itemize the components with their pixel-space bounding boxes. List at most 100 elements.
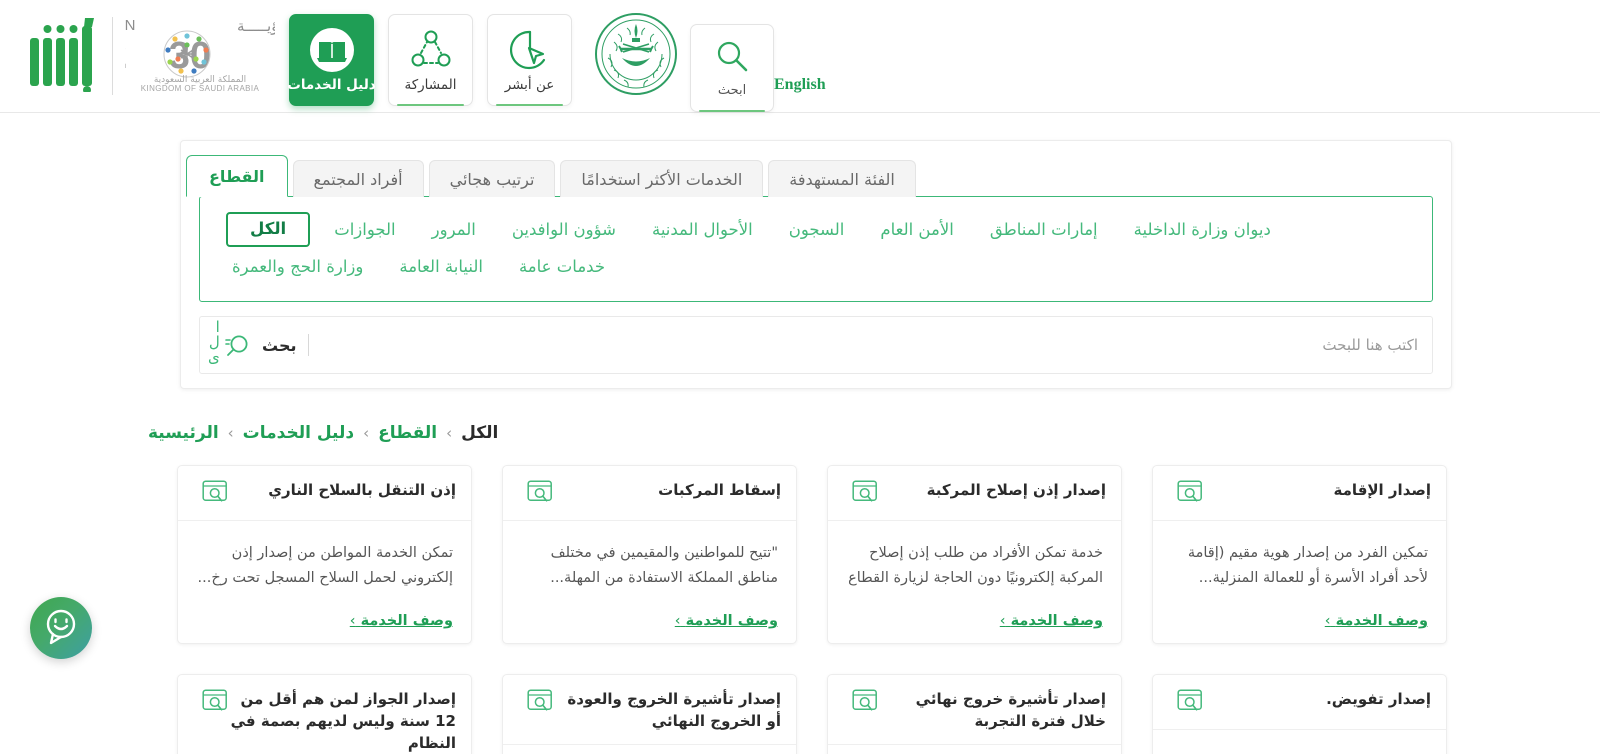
service-card-title: إذن التنقل بالسلاح الناري bbox=[268, 481, 456, 499]
filter-tabs: القطاع أفراد المجتمع ترتيب هجائي الخدمات… bbox=[181, 141, 1451, 197]
share-network-icon bbox=[410, 27, 452, 73]
chip-passports[interactable]: الجوازات bbox=[316, 214, 413, 245]
vision-logo-en: VISION bbox=[125, 17, 137, 34]
service-card-link[interactable]: وصف الخدمة › bbox=[196, 613, 453, 629]
absher-logo[interactable] bbox=[28, 16, 100, 96]
service-window-search-icon bbox=[202, 689, 228, 717]
tab-target-category[interactable]: الفئة المستهدفة bbox=[768, 160, 916, 197]
search-icon bbox=[224, 333, 250, 357]
chip-traffic[interactable]: المرور bbox=[414, 214, 494, 245]
service-card[interactable]: إصدار تأشيرة خروج نهائي خلال فترة التجرب… bbox=[827, 674, 1122, 754]
service-card-body bbox=[503, 745, 796, 754]
chip-hajj-umrah-ministry[interactable]: وزارة الحج والعمرة bbox=[214, 251, 381, 282]
vision-logo-ar: رؤيـــــة bbox=[237, 17, 275, 35]
services-search-bar[interactable]: بحث ا ل ى bbox=[199, 316, 1433, 374]
service-card-header: إصدار تأشيرة خروج نهائي خلال فترة التجرب… bbox=[828, 675, 1121, 745]
breadcrumb-item-services-guide[interactable]: دليل الخدمات bbox=[243, 423, 354, 443]
service-card-title: إصدار إذن إصلاح المركبة bbox=[926, 481, 1106, 499]
vision-2030-logo[interactable]: رؤيـــــة VISION 2 30 bbox=[77, 14, 286, 98]
service-card-link-label: وصف الخدمة bbox=[1335, 613, 1428, 629]
service-card-link[interactable]: وصف الخدمة › bbox=[1171, 613, 1428, 629]
service-card-description: تمكين الفرد من إصدار هوية مقيم (إقامة لأ… bbox=[1187, 545, 1428, 586]
service-card[interactable]: إصدار الإقامة تمكين الفرد من إصدار هوية … bbox=[1152, 465, 1447, 644]
header-left-group: ابحث English bbox=[586, 0, 848, 112]
service-card-header: إصدار تأشيرة الخروج والعودة أو الخروج ال… bbox=[503, 675, 796, 745]
tab-alphabetical[interactable]: ترتيب هجائي bbox=[428, 160, 556, 197]
chip-all[interactable]: الكل bbox=[226, 212, 311, 247]
breadcrumb-item-sector[interactable]: القطاع bbox=[378, 423, 437, 443]
services-filter-panel: القطاع أفراد المجتمع ترتيب هجائي الخدمات… bbox=[180, 140, 1452, 389]
nav-tile-about-absher[interactable]: عن أبشر bbox=[487, 13, 572, 106]
chat-assistant-button[interactable] bbox=[30, 597, 92, 659]
chip-moi-diwan[interactable]: ديوان وزارة الداخلية bbox=[1116, 214, 1289, 245]
search-input[interactable] bbox=[309, 336, 1418, 354]
service-card-link-label: وصف الخدمة bbox=[360, 613, 453, 629]
header-search-button[interactable]: ابحث bbox=[690, 24, 774, 112]
chip-general-services[interactable]: خدمات عامة bbox=[501, 251, 623, 282]
service-card-title: إصدار الجواز لمن هم أقل من 12 سنة وليس ل… bbox=[230, 690, 456, 752]
tab-community-members[interactable]: أفراد المجتمع bbox=[292, 160, 424, 197]
logo-divider bbox=[112, 17, 113, 95]
stacked-suggestion-letters: ا ل ى bbox=[208, 320, 220, 365]
header-nav-tiles: دليل الخدمات المشاركة عن أبشر bbox=[275, 7, 572, 106]
chip-civil-affairs[interactable]: الأحوال المدنية bbox=[634, 214, 771, 245]
service-card[interactable]: إصدار الجواز لمن هم أقل من 12 سنة وليس ل… bbox=[177, 674, 472, 754]
service-card-link[interactable]: وصف الخدمة › bbox=[521, 613, 778, 629]
header-logos: رؤيـــــة VISION 2 30 bbox=[0, 0, 286, 112]
service-card-title: إصدار تأشيرة خروج نهائي خلال فترة التجرب… bbox=[915, 690, 1106, 730]
service-card[interactable]: إسقاط المركبات "تتيح للمواطنين والمقيمين… bbox=[502, 465, 797, 644]
book-guide-icon bbox=[309, 27, 355, 73]
service-card[interactable]: إصدار تأشيرة الخروج والعودة أو الخروج ال… bbox=[502, 674, 797, 754]
chip-public-security[interactable]: الأمن العام bbox=[862, 214, 971, 245]
service-window-search-icon bbox=[852, 689, 878, 717]
chat-assistant-icon bbox=[40, 605, 82, 651]
sector-filter-box: الكل الجوازات المرور شؤون الوافدين الأحو… bbox=[199, 196, 1433, 302]
nav-tile-label: عن أبشر bbox=[504, 76, 555, 93]
chip-expat-affairs[interactable]: شؤون الوافدين bbox=[494, 214, 634, 245]
service-card-link[interactable]: وصف الخدمة › bbox=[846, 613, 1103, 629]
chip-prisons[interactable]: السجون bbox=[771, 214, 863, 245]
saudi-emblem-icon bbox=[594, 12, 678, 100]
service-card-body bbox=[828, 745, 1121, 754]
breadcrumb-item-home[interactable]: الرئيسية bbox=[148, 423, 219, 443]
chip-regional-emirates[interactable]: إمارات المناطق bbox=[972, 214, 1116, 245]
service-card-body: "تتيح للمواطنين والمقيمين في مختلف مناطق… bbox=[503, 521, 796, 643]
breadcrumb-item-all: الكل bbox=[461, 423, 499, 443]
service-card[interactable]: إذن التنقل بالسلاح الناري تمكن الخدمة ال… bbox=[177, 465, 472, 644]
service-window-search-icon bbox=[852, 480, 878, 508]
tab-label: أفراد المجتمع bbox=[313, 170, 403, 189]
breadcrumb-separator: › bbox=[227, 424, 234, 442]
service-card-header: إصدار تفويض. bbox=[1153, 675, 1446, 730]
service-card-header: إصدار إذن إصلاح المركبة bbox=[828, 466, 1121, 521]
service-card[interactable]: إصدار إذن إصلاح المركبة خدمة تمكن الأفرا… bbox=[827, 465, 1122, 644]
breadcrumb-separator: › bbox=[446, 424, 453, 442]
service-card-description: تمكن الخدمة المواطن من إصدار إذن إلكترون… bbox=[197, 545, 453, 586]
service-card-header: إصدار الجواز لمن هم أقل من 12 سنة وليس ل… bbox=[178, 675, 471, 754]
vision-kingdom-en: KINGDOM OF SAUDI ARABIA bbox=[141, 84, 260, 93]
chevron-left-icon: › bbox=[999, 613, 1006, 629]
tab-sector[interactable]: القطاع bbox=[186, 155, 288, 197]
stacked-letter: ى bbox=[208, 348, 220, 366]
service-card-title: إصدار الإقامة bbox=[1333, 481, 1431, 499]
chevron-left-icon: › bbox=[674, 613, 681, 629]
service-window-search-icon bbox=[1177, 480, 1203, 508]
service-card[interactable]: إصدار تفويض. bbox=[1152, 674, 1447, 754]
service-cards-grid: إذن التنقل بالسلاح الناري تمكن الخدمة ال… bbox=[177, 465, 1452, 754]
tab-label: ترتيب هجائي bbox=[449, 170, 535, 189]
sector-chip-list: الكل الجوازات المرور شؤون الوافدين الأحو… bbox=[214, 211, 1418, 285]
service-card-title: إسقاط المركبات bbox=[658, 481, 781, 499]
chevron-left-icon: › bbox=[1324, 613, 1331, 629]
language-switch-english[interactable]: English bbox=[774, 76, 826, 94]
service-card-link-label: وصف الخدمة bbox=[685, 613, 778, 629]
tab-most-used-services[interactable]: الخدمات الأكثر استخدامًا bbox=[560, 160, 764, 197]
search-divider bbox=[308, 334, 310, 356]
service-card-title: إصدار تفويض. bbox=[1326, 690, 1431, 708]
service-card-description: "تتيح للمواطنين والمقيمين في مختلف مناطق… bbox=[550, 545, 778, 586]
service-window-search-icon bbox=[202, 480, 228, 508]
cursor-circle-icon bbox=[509, 27, 551, 73]
nav-tile-services-guide[interactable]: دليل الخدمات bbox=[287, 13, 376, 106]
search-submit-button[interactable]: بحث bbox=[262, 336, 296, 355]
nav-tile-participation[interactable]: المشاركة bbox=[388, 13, 473, 106]
service-window-search-icon bbox=[527, 689, 553, 717]
chip-public-prosecution[interactable]: النيابة العامة bbox=[381, 251, 501, 282]
